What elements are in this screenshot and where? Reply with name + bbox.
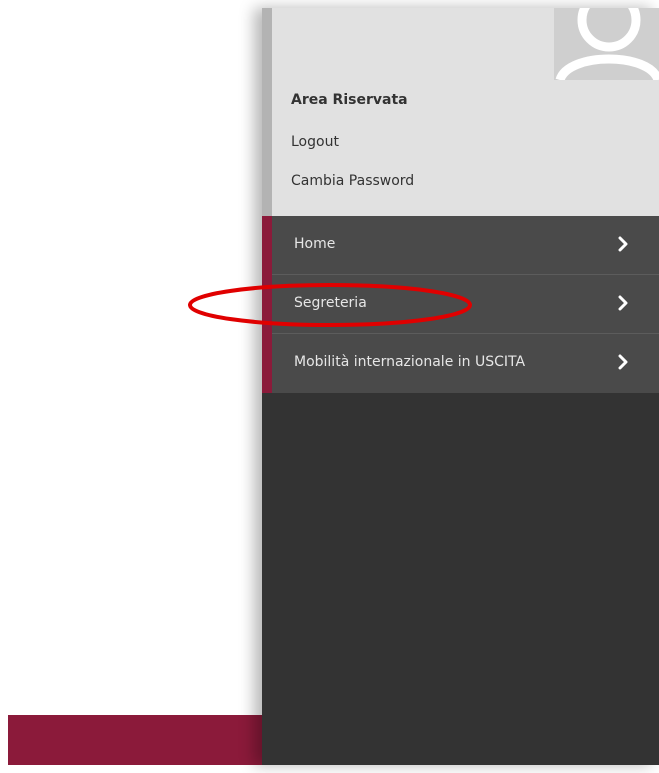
area-riservata-title: Area Riservata (291, 92, 408, 108)
chevron-right-icon (616, 236, 630, 252)
logout-link[interactable]: Logout (291, 134, 339, 150)
page-content-background (8, 8, 263, 765)
change-password-link[interactable]: Cambia Password (291, 173, 414, 189)
footer-bar (8, 715, 263, 765)
menu-item-label: Home (294, 236, 336, 252)
menu-item-mobilita-internazionale[interactable]: Mobilità internazionale in USCITA (272, 334, 659, 393)
main-menu: Home Segreteria Mobilità internazionale … (262, 216, 659, 393)
user-panel: Area Riservata Logout Cambia Password (262, 8, 659, 216)
user-silhouette-icon (554, 8, 659, 80)
menu-accent-bar (262, 216, 272, 393)
user-panel-border (262, 8, 272, 216)
menu-item-home[interactable]: Home (272, 216, 659, 275)
side-drawer: Area Riservata Logout Cambia Password Ho… (262, 8, 659, 765)
menu-item-label: Mobilità internazionale in USCITA (294, 354, 526, 370)
menu-item-segreteria[interactable]: Segreteria (272, 275, 659, 334)
chevron-right-icon (616, 295, 630, 311)
chevron-right-icon (616, 354, 630, 370)
menu-item-label: Segreteria (294, 295, 367, 311)
